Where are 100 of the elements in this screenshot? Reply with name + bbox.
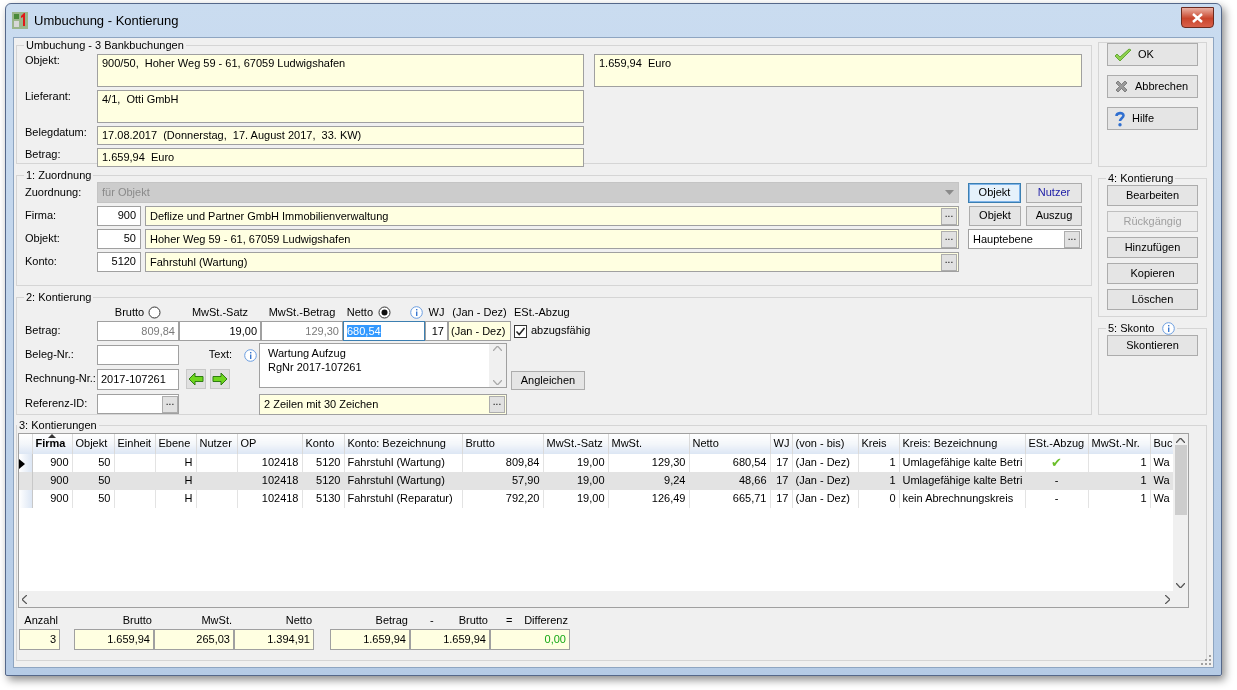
table-cell: (Jan - Dez) — [792, 490, 858, 508]
input-field[interactable]: 19,00 — [179, 321, 261, 341]
input-field[interactable] — [97, 345, 179, 365]
column-label: WJ — [428, 305, 445, 320]
table-cell: - — [1025, 472, 1088, 490]
input-field[interactable]: ... — [97, 394, 179, 414]
total-field: 3 — [19, 629, 60, 650]
table-cell: 50 — [72, 490, 114, 508]
input-field[interactable]: Deflize und Partner GmbH Immobilienverwaltung ... — [145, 206, 959, 226]
total-label: MwSt. — [201, 614, 232, 628]
column-header[interactable]: Firma — [32, 434, 72, 454]
input-field[interactable]: Hoher Weg 59 - 61, 67059 Ludwigshafen ... — [145, 229, 959, 249]
scroll-up-icon — [493, 346, 502, 351]
browse-button[interactable]: ... — [1064, 230, 1080, 248]
table-cell: 665,71 — [689, 490, 770, 508]
column-label: ESt.-Abzug — [514, 305, 570, 320]
field-label: Objekt: — [25, 232, 61, 246]
total-field: 1.659,94 — [410, 629, 490, 650]
table-cell: H — [155, 472, 196, 490]
column-header[interactable]: MwSt.-Satz — [543, 434, 608, 454]
column-header[interactable]: Nutzer — [196, 434, 237, 454]
column-header[interactable]: Ebene — [155, 434, 196, 454]
adjust-button[interactable]: Angleichen — [511, 371, 585, 390]
input-field[interactable]: Fahrstuhl (Wartung) ... — [145, 252, 959, 272]
resize-grip-icon — [1201, 655, 1212, 666]
window-title: Umbuchung - Kontierung — [34, 12, 179, 29]
browse-button[interactable]: ... — [941, 207, 957, 225]
column-header[interactable]: Konto — [302, 434, 344, 454]
table-cell: 900 — [32, 490, 72, 508]
column-header[interactable]: Kreis: Bezeichnung — [899, 434, 1025, 454]
action-button[interactable]: Objekt — [969, 206, 1021, 226]
input-field[interactable]: 5120 — [97, 252, 141, 272]
column-header[interactable]: Brutto — [462, 434, 543, 454]
input-field[interactable]: 17 — [425, 321, 448, 341]
column-header[interactable]: OP — [237, 434, 302, 454]
table-cell: 17 — [770, 472, 792, 490]
input-field[interactable]: 900 — [97, 206, 141, 226]
browse-button[interactable]: ... — [162, 395, 178, 413]
input-field[interactable]: 809,84 — [97, 321, 179, 341]
field-label: Betrag: — [25, 148, 62, 162]
table-cell: 5120 — [302, 472, 344, 490]
dialog-button[interactable]: Abbrechen — [1107, 75, 1198, 98]
column-label: Brutto — [114, 305, 145, 320]
display-field: 1.659,94 Euro — [594, 54, 1082, 87]
display-field: 17.08.2017 (Donnerstag, 17. August 2017, 33. KW) — [97, 126, 584, 145]
column-header[interactable]: Kreis — [858, 434, 899, 454]
table-cell: 19,00 — [543, 490, 608, 508]
field-label: Belegdatum: — [25, 126, 88, 140]
info-icon — [410, 306, 423, 319]
help-icon — [1114, 110, 1126, 127]
input-field[interactable]: Hauptebene ... — [968, 229, 1082, 249]
field-label: Text: — [208, 348, 232, 362]
next-button[interactable] — [210, 369, 230, 389]
action-button[interactable]: Kopieren — [1107, 263, 1198, 284]
info-icon — [1162, 321, 1176, 335]
table-cell: 900 — [32, 472, 72, 490]
dialog-button[interactable]: Hilfe — [1107, 107, 1198, 130]
input-field[interactable]: 2017-107261 — [97, 368, 179, 390]
field-label: Zuordnung: — [25, 185, 83, 200]
column-header[interactable]: Konto: Bezeichnung — [344, 434, 462, 454]
display-field: 900/50, Hoher Weg 59 - 61, 67059 Ludwigshafen — [97, 54, 584, 87]
column-header[interactable]: Objekt — [72, 434, 114, 454]
column-label: (Jan - Dez) — [452, 305, 507, 320]
action-button[interactable]: Hinzufügen — [1107, 237, 1198, 258]
column-header[interactable]: Einheit — [114, 434, 155, 454]
action-button[interactable]: Skontieren — [1107, 335, 1198, 356]
scroll-thumb[interactable] — [1174, 445, 1187, 515]
browse-button[interactable]: ... — [489, 395, 505, 413]
check-icon — [1114, 47, 1132, 62]
column-header[interactable]: WJ — [770, 434, 792, 454]
browse-button[interactable]: ... — [941, 230, 957, 248]
column-header[interactable]: Netto — [689, 434, 770, 454]
action-button[interactable]: Löschen — [1107, 289, 1198, 310]
operator-label: = — [506, 614, 513, 628]
cross-icon — [1114, 79, 1129, 94]
total-label: Betrag — [375, 614, 408, 628]
action-button[interactable]: Bearbeiten — [1107, 185, 1198, 206]
previous-button[interactable] — [186, 369, 206, 389]
table-cell: 792,20 — [462, 490, 543, 508]
total-field: 265,03 — [154, 629, 234, 650]
table-cell: kein Abrechnungskreis — [899, 490, 1025, 508]
action-button[interactable]: Auszug — [1026, 206, 1082, 226]
column-header[interactable]: Buc — [1150, 434, 1173, 454]
close-button[interactable] — [1181, 7, 1214, 28]
scrollbar[interactable] — [489, 344, 506, 387]
column-header[interactable]: MwSt.-Nr. — [1088, 434, 1150, 454]
input-field[interactable]: 129,30 — [261, 321, 343, 341]
row-marker-icon — [19, 458, 25, 469]
text-area[interactable]: Wartung Aufzug RgNr 2017-107261 — [259, 343, 507, 388]
input-field[interactable]: 50 — [97, 229, 141, 249]
dialog-button[interactable]: OK — [1107, 43, 1198, 66]
row-header[interactable] — [19, 454, 32, 472]
browse-button[interactable]: ... — [941, 253, 957, 271]
toggle-tab[interactable]: Nutzer — [1026, 182, 1082, 203]
toggle-tab[interactable]: Objekt — [968, 182, 1021, 203]
column-header[interactable]: ESt.-Abzug — [1025, 434, 1088, 454]
column-header[interactable]: (von - bis) — [792, 434, 858, 454]
field-label: Beleg-Nr.: — [25, 348, 75, 362]
scroll-left-icon — [22, 594, 27, 604]
column-header[interactable]: MwSt. — [608, 434, 689, 454]
